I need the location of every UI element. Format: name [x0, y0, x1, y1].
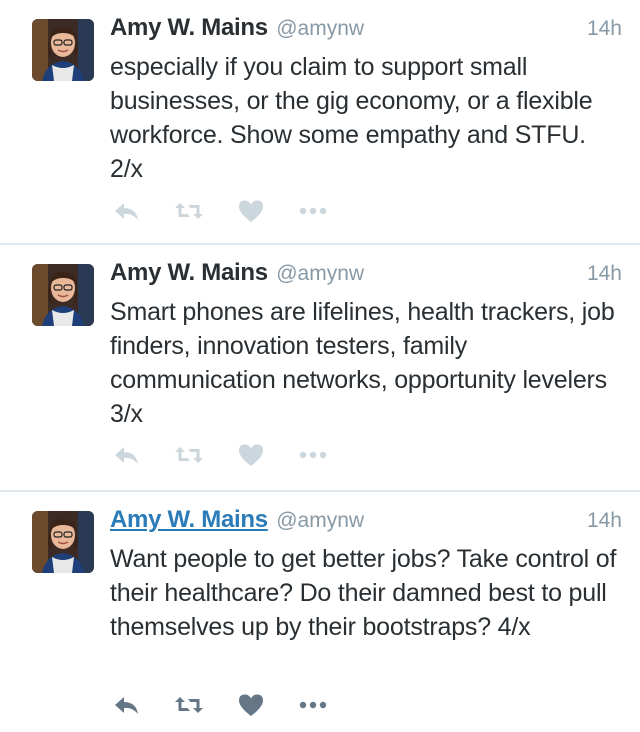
- retweet-icon[interactable]: [174, 690, 204, 720]
- tweet-header: Amy W. Mains @amynw 14h: [110, 506, 622, 540]
- tweet-actions: [112, 690, 328, 720]
- tweet-header: Amy W. Mains @amynw 14h: [110, 14, 622, 48]
- author-handle[interactable]: @amynw: [276, 509, 364, 532]
- avatar[interactable]: [32, 19, 94, 81]
- author-handle[interactable]: @amynw: [276, 262, 364, 285]
- avatar[interactable]: [32, 264, 94, 326]
- tweet-text: Want people to get better jobs? Take con…: [110, 545, 617, 641]
- tweet-text: Smart phones are lifelines, health track…: [110, 298, 615, 428]
- more-icon[interactable]: [298, 690, 328, 720]
- timestamp[interactable]: 14h: [587, 509, 622, 533]
- more-icon[interactable]: [298, 440, 328, 470]
- tweet-actions: [112, 440, 328, 470]
- avatar[interactable]: [32, 511, 94, 573]
- author-handle[interactable]: @amynw: [276, 17, 364, 40]
- like-icon[interactable]: [236, 690, 266, 720]
- tweet-header: Amy W. Mains @amynw 14h: [110, 259, 622, 293]
- reply-icon[interactable]: [112, 196, 142, 226]
- tweet-actions: [112, 196, 328, 226]
- timestamp[interactable]: 14h: [587, 262, 622, 286]
- tweet[interactable]: Amy W. Mains @amynw 14h Smart phones are…: [0, 245, 640, 492]
- retweet-icon[interactable]: [174, 196, 204, 226]
- author-name[interactable]: Amy W. Mains: [110, 259, 268, 286]
- author-name[interactable]: Amy W. Mains: [110, 14, 268, 41]
- like-icon[interactable]: [236, 440, 266, 470]
- reply-icon[interactable]: [112, 440, 142, 470]
- tweet[interactable]: Amy W. Mains @amynw 14h especially if yo…: [0, 0, 640, 245]
- tweet[interactable]: Amy W. Mains @amynw 14h Want people to g…: [0, 492, 640, 732]
- more-icon[interactable]: [298, 196, 328, 226]
- tweet-text: especially if you claim to support small…: [110, 53, 593, 183]
- retweet-icon[interactable]: [174, 440, 204, 470]
- author-name[interactable]: Amy W. Mains: [110, 506, 268, 533]
- reply-icon[interactable]: [112, 690, 142, 720]
- like-icon[interactable]: [236, 196, 266, 226]
- timestamp[interactable]: 14h: [587, 17, 622, 41]
